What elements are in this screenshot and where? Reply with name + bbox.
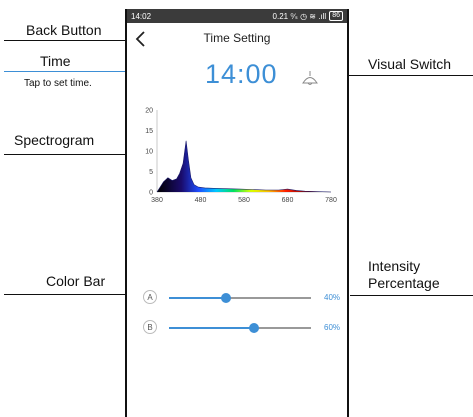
battery-icon: 86	[329, 11, 343, 21]
intensity-annotation-line2: Percentage	[368, 275, 440, 291]
spectrogram-annotation: Spectrogram	[14, 132, 95, 148]
channel-a-fill	[169, 297, 226, 299]
y-tick-label: 20	[145, 108, 153, 115]
spectrogram-chart: 380 480 580 680 780 0 5 10 15 20	[145, 108, 337, 205]
page-title: Time Setting	[203, 31, 271, 45]
x-tick-label: 580	[238, 197, 250, 204]
time-display[interactable]: 14:00	[205, 59, 278, 90]
channel-b-track[interactable]	[169, 323, 311, 333]
channel-a-track[interactable]	[169, 293, 311, 303]
time-annotation: Time	[40, 53, 71, 69]
color-bar-annotation: Color Bar	[46, 273, 106, 289]
status-icons: 0.21 ⁰∕ₛ ◷ ≋ .ıll 86	[273, 11, 343, 21]
channel-b-fill	[169, 327, 255, 329]
spectrum-area	[157, 140, 331, 192]
header: Time Setting	[127, 23, 347, 55]
channel-a-thumb[interactable]	[220, 293, 231, 303]
status-time: 14:02	[131, 11, 152, 21]
x-tick-label: 380	[151, 197, 163, 204]
x-tick-label: 480	[195, 197, 207, 204]
phone-screen: 14:02 0.21 ⁰∕ₛ ◷ ≋ .ıll 86 Time Setting …	[125, 9, 349, 417]
channel-b-thumb[interactable]	[249, 323, 260, 333]
channel-a-slider-row: A 40%	[143, 290, 343, 306]
x-tick-label: 780	[325, 197, 337, 204]
channel-b-slider-row: B 60%	[143, 320, 343, 336]
intensity-annotation-line1: Intensity	[368, 258, 421, 274]
y-tick-label: 5	[149, 169, 153, 176]
intensity-leader	[350, 295, 473, 296]
back-button-leader	[4, 40, 134, 41]
channel-a-percentage: 40%	[324, 293, 341, 302]
visual-switch-button[interactable]	[300, 69, 320, 89]
status-bar: 14:02 0.21 ⁰∕ₛ ◷ ≋ .ıll 86	[127, 9, 347, 23]
y-tick-label: 10	[145, 149, 153, 156]
x-tick-label: 680	[282, 197, 294, 204]
y-tick-label: 15	[145, 128, 153, 135]
tap-hint-annotation: Tap to set time.	[24, 78, 92, 89]
channel-b-badge: B	[143, 320, 157, 334]
channel-a-badge: A	[143, 290, 157, 304]
lamp-icon	[302, 71, 318, 85]
channel-b-percentage: 60%	[324, 323, 341, 332]
y-tick-label: 0	[149, 190, 153, 197]
status-info: 0.21 ⁰∕ₛ ◷ ≋ .ıll	[272, 11, 327, 21]
visual-switch-annotation: Visual Switch	[368, 56, 452, 72]
back-button-annotation: Back Button	[26, 22, 102, 38]
